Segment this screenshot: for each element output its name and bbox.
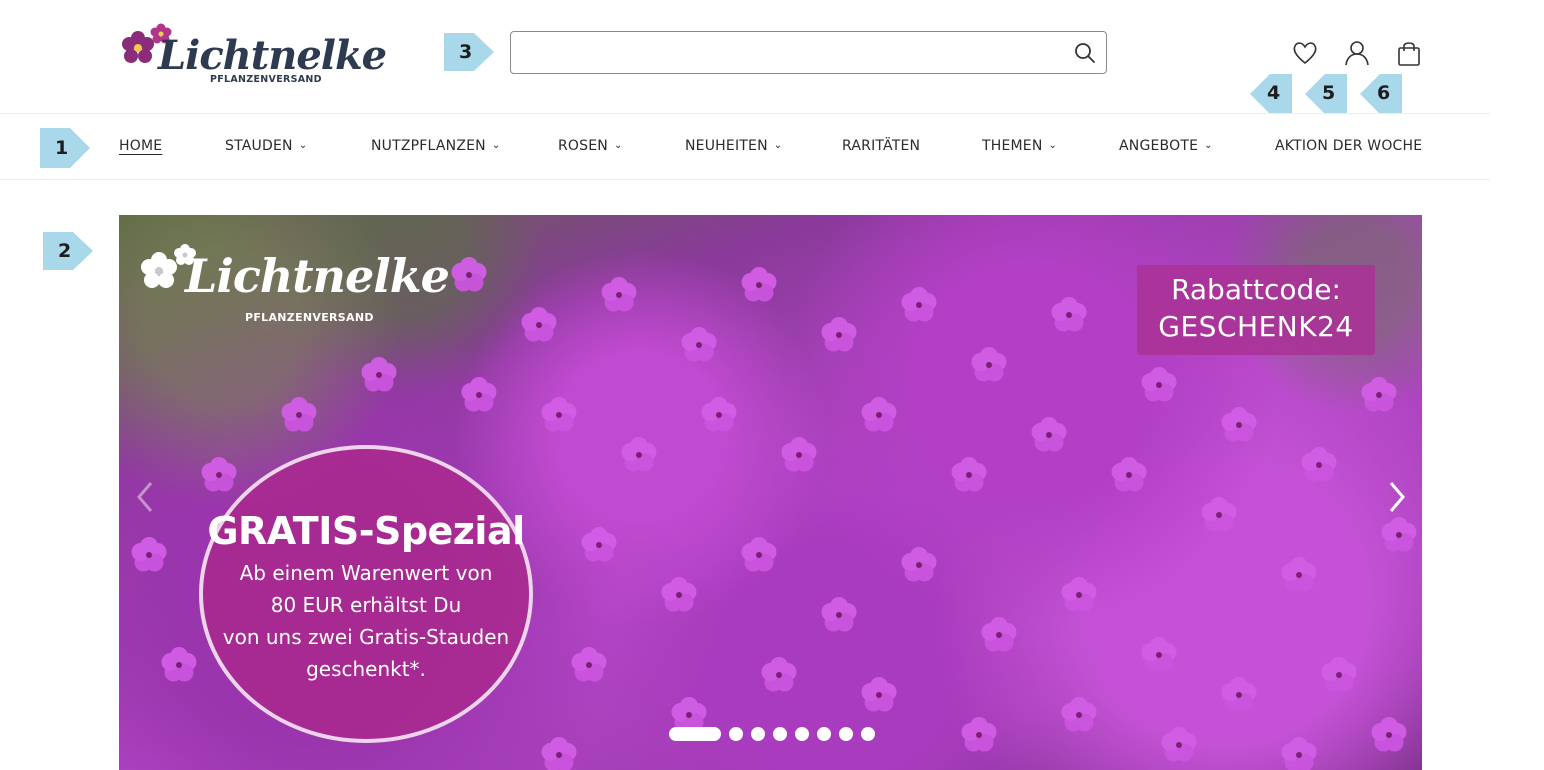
gratis-special-line: 80 EUR erhältst Du (270, 593, 462, 617)
nav-item-home[interactable]: HOME (119, 138, 162, 154)
nav-item-aktion-der-woche[interactable]: AKTION DER WOCHE (1275, 138, 1422, 154)
slider-dot[interactable] (669, 727, 721, 741)
slider-dot[interactable] (729, 727, 743, 741)
slider-dot[interactable] (817, 727, 831, 741)
discount-code-value: GESCHENK24 (1158, 310, 1354, 343)
callout-1: 1 (40, 124, 92, 172)
chevron-down-icon: ⌄ (773, 140, 783, 151)
chevron-down-icon: ⌄ (298, 140, 308, 151)
user-icon[interactable] (1343, 39, 1371, 67)
gratis-special-line: von uns zwei Gratis-Stauden (222, 625, 510, 649)
search-input[interactable] (521, 40, 1061, 66)
nav-item-rosen[interactable]: ROSEN ⌄ (558, 138, 623, 154)
nav-item-angebote[interactable]: ANGEBOTE ⌄ (1119, 138, 1213, 154)
slider-dot[interactable] (773, 727, 787, 741)
slider-dot[interactable] (795, 727, 809, 741)
chevron-down-icon: ⌄ (491, 140, 501, 151)
hero-logo-tagline: PFLANZENVERSAND (245, 311, 374, 324)
chevron-down-icon: ⌄ (1204, 140, 1213, 151)
heart-icon[interactable] (1291, 39, 1319, 67)
hero-slider[interactable]: Lichtnelke PFLANZENVERSAND Rabattcode: G… (119, 215, 1422, 770)
nav-item-stauden[interactable]: STAUDEN ⌄ (225, 138, 307, 154)
search-icon[interactable] (1074, 42, 1096, 64)
slider-dot[interactable] (751, 727, 765, 741)
main-navigation: 1 HOME STAUDEN ⌄ NUTZPFLANZEN ⌄ ROSEN ⌄ NEU… (0, 113, 1490, 180)
slider-dot[interactable] (861, 727, 875, 741)
cart-icon[interactable] (1395, 39, 1423, 67)
gratis-special-line: geschenkt*. (306, 657, 426, 681)
gratis-special-line: Ab einem Warenwert von (239, 561, 493, 585)
hero-logo: Lichtnelke PFLANZENVERSAND (137, 233, 450, 333)
gratis-special-title: GRATIS-Spezial (207, 509, 525, 553)
discount-code-label: Rabattcode: (1171, 273, 1341, 306)
chevron-down-icon: ⌄ (613, 140, 623, 151)
logo-text: Lichtnelke (158, 32, 387, 79)
nav-item-raritaeten[interactable]: RARITÄTEN (842, 138, 920, 154)
slider-dot[interactable] (839, 727, 853, 741)
nav-item-neuheiten[interactable]: NEUHEITEN ⌄ (685, 138, 782, 154)
callout-5: 5 (1303, 72, 1349, 116)
gratis-special-badge: GRATIS-Spezial Ab einem Warenwert von 80… (199, 445, 533, 743)
logo-tagline: PFLANZENVERSAND (210, 74, 322, 85)
callout-4: 4 (1248, 72, 1294, 116)
nav-item-nutzpflanzen[interactable]: NUTZPFLANZEN ⌄ (371, 138, 500, 154)
site-logo[interactable]: Lichtnelke PFLANZENVERSAND (118, 20, 387, 88)
discount-code-banner: Rabattcode: GESCHENK24 (1137, 265, 1375, 355)
hero-logo-text: Lichtnelke (185, 249, 450, 303)
slider-prev-icon[interactable] (131, 477, 161, 517)
chevron-down-icon: ⌄ (1048, 140, 1058, 151)
callout-3: 3 (444, 29, 496, 75)
slider-next-icon[interactable] (1381, 477, 1411, 517)
nav-item-themen[interactable]: THEMEN ⌄ (982, 138, 1057, 154)
callout-6: 6 (1358, 72, 1404, 116)
callout-2: 2 (43, 228, 95, 274)
search-bar[interactable] (510, 31, 1107, 74)
